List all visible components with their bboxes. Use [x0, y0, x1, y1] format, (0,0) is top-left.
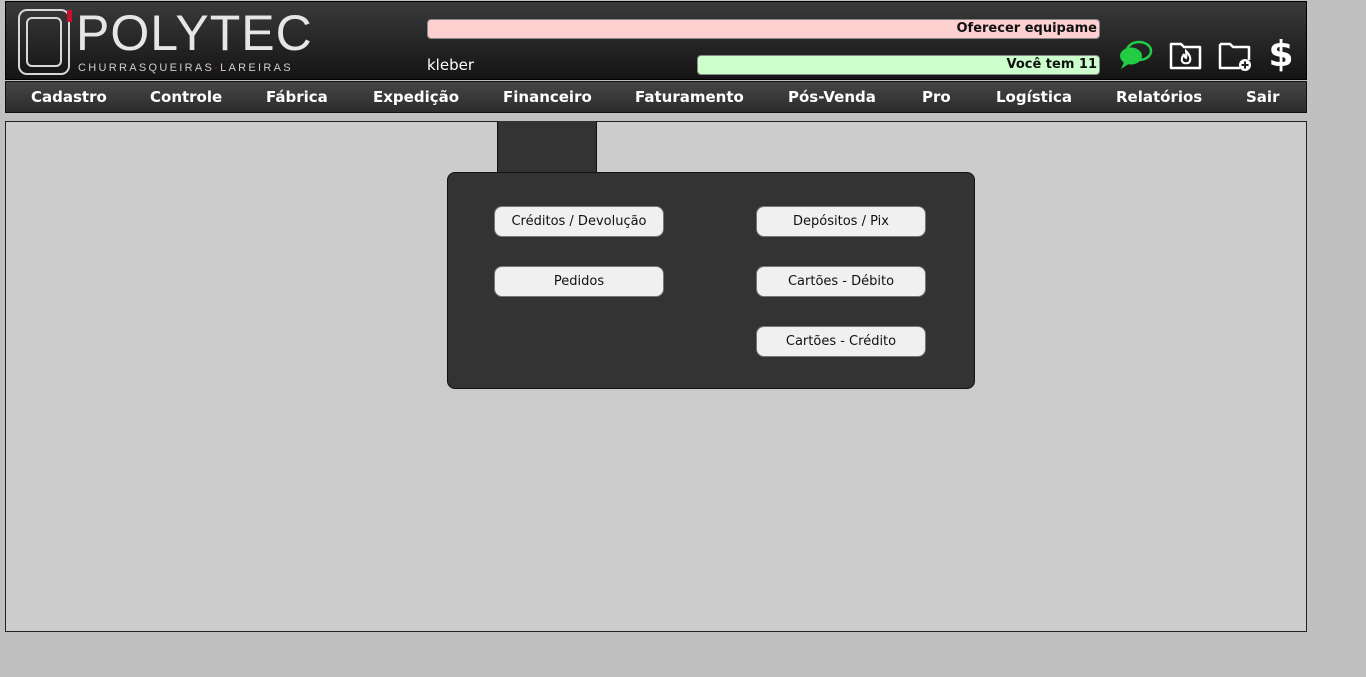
nav-item-cadastro[interactable]: Cadastro: [31, 88, 107, 106]
nav-item-faturamento[interactable]: Faturamento: [635, 88, 744, 106]
nav-item-sair[interactable]: Sair: [1246, 88, 1279, 106]
nav-item-logistica[interactable]: Logística: [996, 88, 1072, 106]
nav-item-fabrica[interactable]: Fábrica: [266, 88, 328, 106]
alert-ticker[interactable]: Oferecer equipame: [427, 19, 1100, 39]
folder-add-icon[interactable]: [1217, 38, 1253, 72]
username-label: kleber: [427, 56, 474, 74]
submenu-tab: [497, 121, 597, 173]
nav-item-pos-venda[interactable]: Pós-Venda: [788, 88, 876, 106]
content-area: Créditos / Devolução Pedidos Depósitos /…: [5, 121, 1307, 632]
logo-tagline-left: CHURRASQUEIRAS: [78, 62, 215, 74]
nav-item-financeiro[interactable]: Financeiro: [503, 88, 592, 106]
logo-mark: [18, 9, 72, 75]
cartoes-credito-button[interactable]: Cartões - Crédito: [756, 326, 926, 357]
nav-item-relatorios[interactable]: Relatórios: [1116, 88, 1202, 106]
depositos-pix-button[interactable]: Depósitos / Pix: [756, 206, 926, 237]
polytec-logo[interactable]: POLYTEC CHURRASQUEIRAS·LAREIRAS: [18, 5, 323, 77]
info-ticker[interactable]: Você tem 11: [697, 55, 1100, 75]
nav-item-pro[interactable]: Pro: [922, 88, 951, 106]
header: POLYTEC CHURRASQUEIRAS·LAREIRAS Oferecer…: [5, 1, 1307, 80]
folder-fire-icon[interactable]: [1168, 38, 1204, 72]
nav-item-expedicao[interactable]: Expedição: [373, 88, 459, 106]
cartoes-debito-button[interactable]: Cartões - Débito: [756, 266, 926, 297]
main-nav: Cadastro Controle Fábrica Expedição Fina…: [5, 81, 1307, 113]
financeiro-submenu: Créditos / Devolução Pedidos Depósitos /…: [447, 172, 975, 389]
logo-name: POLYTEC: [76, 5, 313, 61]
pedidos-button[interactable]: Pedidos: [494, 266, 664, 297]
nav-item-controle[interactable]: Controle: [150, 88, 222, 106]
dollar-icon[interactable]: $: [1263, 37, 1299, 73]
logo-tagline-right: LAREIRAS: [220, 62, 293, 74]
app: POLYTEC CHURRASQUEIRAS·LAREIRAS Oferecer…: [5, 1, 1307, 632]
creditos-devolucao-button[interactable]: Créditos / Devolução: [494, 206, 664, 237]
chat-icon[interactable]: [1118, 38, 1154, 72]
logo-tagline: CHURRASQUEIRAS·LAREIRAS: [78, 62, 293, 74]
